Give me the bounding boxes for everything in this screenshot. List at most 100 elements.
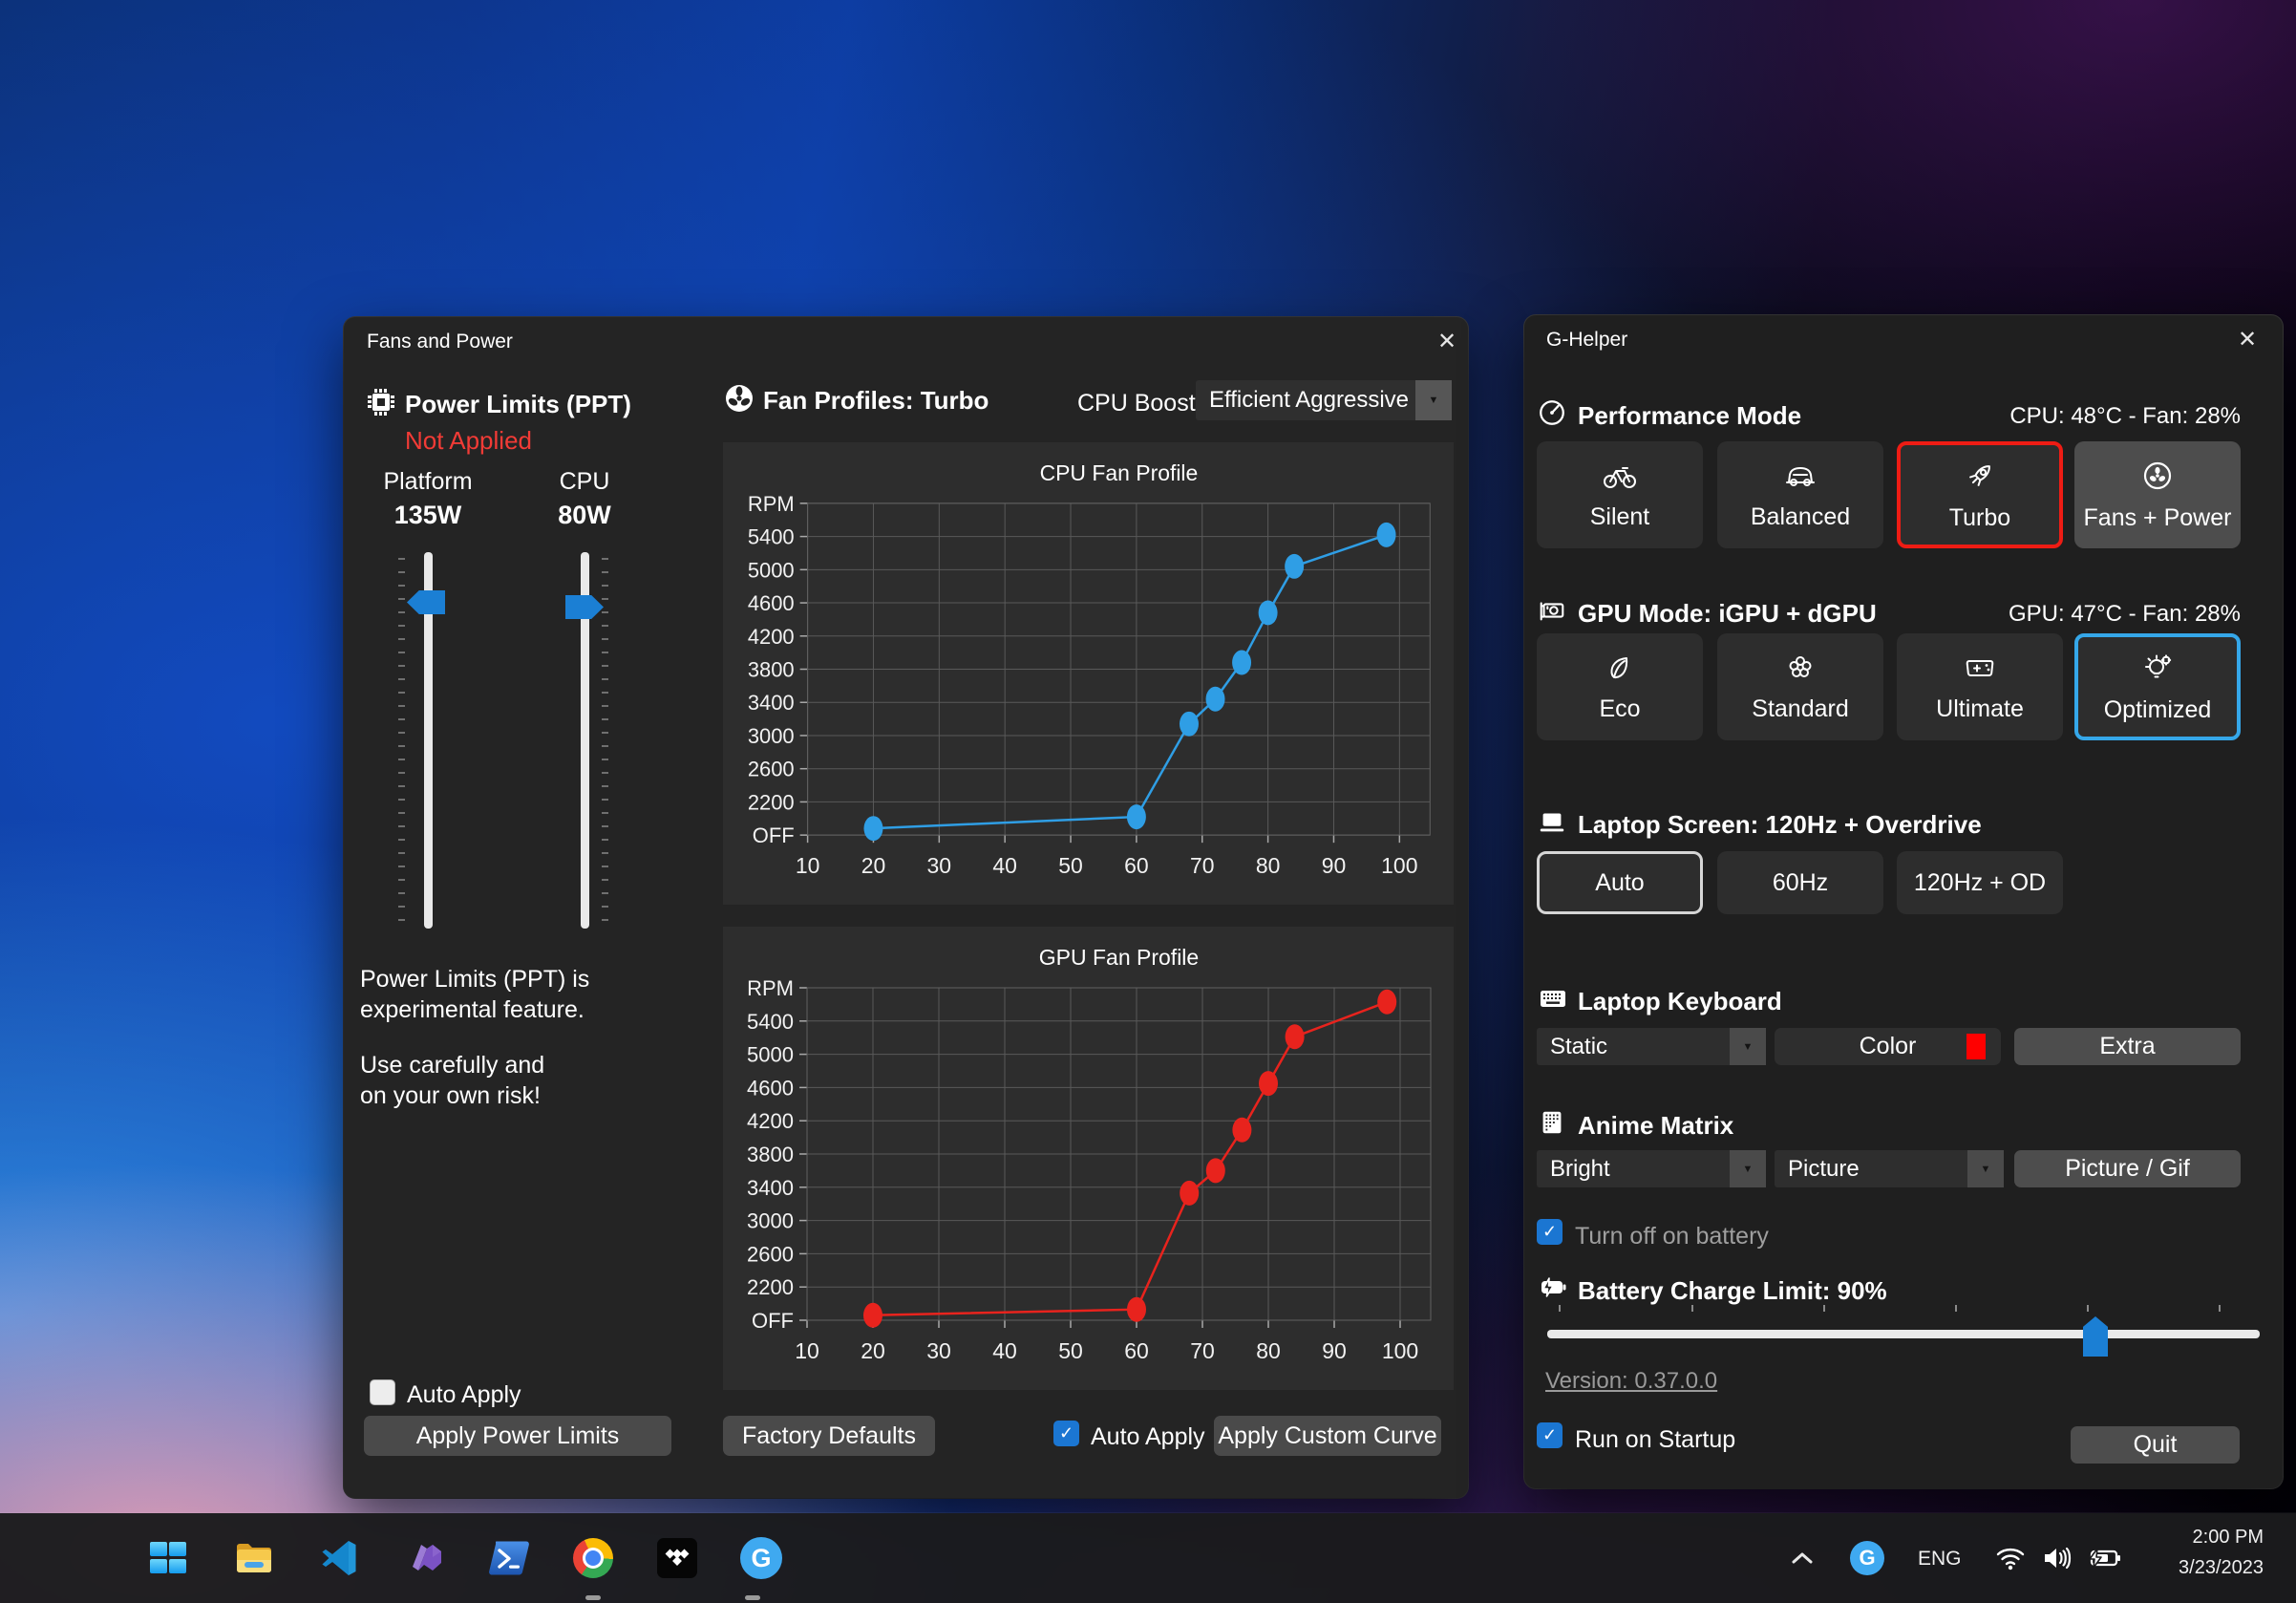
tray-battery[interactable] xyxy=(2078,1528,2130,1588)
perf-mode-fans-power-button[interactable]: Fans + Power xyxy=(2074,441,2241,548)
gpu-mode-eco-button[interactable]: Eco xyxy=(1537,633,1703,740)
svg-text:2200: 2200 xyxy=(748,790,795,814)
power-note-line1: Power Limits (PPT) is xyxy=(360,966,589,994)
gamepad-screen-icon xyxy=(1963,652,1997,684)
matrix-brightness-dropdown[interactable]: Bright ▼ xyxy=(1537,1150,1766,1187)
svg-text:30: 30 xyxy=(926,1338,951,1363)
factory-defaults-button[interactable]: Factory Defaults xyxy=(723,1416,935,1456)
cpu-slider-handle[interactable] xyxy=(565,595,604,619)
laptop-screen-icon xyxy=(1537,806,1567,837)
gpu-fan-curve-chart[interactable]: GPU Fan ProfileRPM5400500046004200380034… xyxy=(723,927,1454,1390)
fans-window-title: Fans and Power xyxy=(367,331,513,353)
chevron-down-icon[interactable]: ▼ xyxy=(1730,1028,1766,1065)
screen-mode-label: Auto xyxy=(1595,869,1644,897)
chrome-button[interactable] xyxy=(563,1528,623,1588)
cpu-value: 80W xyxy=(518,501,651,530)
svg-text:5000: 5000 xyxy=(747,1043,794,1067)
windows-logo-icon xyxy=(148,1538,188,1578)
rocket-icon xyxy=(1963,459,1997,493)
svg-text:RPM: RPM xyxy=(747,976,794,1000)
start-button[interactable] xyxy=(138,1528,198,1588)
gpu-mode-optimized-button[interactable]: Optimized xyxy=(2074,633,2241,740)
perf-mode-balanced-button[interactable]: Balanced xyxy=(1717,441,1883,548)
cpu-label: CPU xyxy=(518,468,651,496)
fan-profiles-header: Fan Profiles: Turbo xyxy=(763,386,989,416)
powershell-button[interactable] xyxy=(479,1528,539,1588)
chevron-down-icon[interactable]: ▼ xyxy=(1415,380,1452,420)
tidal-button[interactable] xyxy=(648,1528,707,1588)
fan-circle-icon xyxy=(2140,459,2175,493)
run-on-startup-checkbox[interactable]: ✓ xyxy=(1537,1422,1563,1448)
laptop-screen-header: Laptop Screen: 120Hz + Overdrive xyxy=(1578,810,1982,840)
cpu-fan-curve-chart[interactable]: CPU Fan ProfileRPM5400500046004200380034… xyxy=(723,442,1454,905)
power-note-line2: experimental feature. xyxy=(360,996,585,1024)
keyboard-mode-dropdown[interactable]: Static ▼ xyxy=(1537,1028,1766,1065)
quit-button[interactable]: Quit xyxy=(2071,1426,2240,1464)
screen-60hz-button[interactable]: 60Hz xyxy=(1717,851,1883,914)
leaf-icon xyxy=(1604,652,1636,684)
smart-bulb-icon xyxy=(2140,651,2175,685)
svg-text:4600: 4600 xyxy=(747,1076,794,1100)
taskbar: G G ENG xyxy=(0,1513,2296,1603)
apply-custom-curve-button[interactable]: Apply Custom Curve xyxy=(1214,1416,1441,1456)
svg-text:80: 80 xyxy=(1256,853,1281,878)
tray-clock-time[interactable]: 2:00 PM xyxy=(2193,1527,2264,1549)
apply-power-limits-button[interactable]: Apply Power Limits xyxy=(364,1416,671,1456)
version-link[interactable]: Version: 0.37.0.0 xyxy=(1545,1368,1717,1395)
cpu-boost-dropdown[interactable]: Efficient Aggressive ▼ xyxy=(1196,380,1452,420)
screen-120hz-od-button[interactable]: 120Hz + OD xyxy=(1897,851,2063,914)
tray-chevron-up[interactable] xyxy=(1778,1528,1826,1588)
car-icon xyxy=(1782,460,1818,492)
svg-text:5400: 5400 xyxy=(748,525,795,549)
tray-language[interactable]: ENG xyxy=(1918,1548,1962,1571)
matrix-mode-value: Picture xyxy=(1775,1156,1967,1183)
perf-mode-silent-button[interactable]: Silent xyxy=(1537,441,1703,548)
fan-icon xyxy=(723,382,755,415)
svg-text:60: 60 xyxy=(1124,853,1149,878)
performance-mode-header: Performance Mode xyxy=(1578,401,1801,431)
tray-clock-date[interactable]: 3/23/2023 xyxy=(2179,1557,2264,1579)
keyboard-extra-button[interactable]: Extra xyxy=(2014,1028,2241,1065)
tray-volume[interactable] xyxy=(2032,1528,2080,1588)
svg-text:OFF: OFF xyxy=(753,823,795,847)
close-icon[interactable]: ✕ xyxy=(2231,323,2264,355)
ghelper-taskbar-button[interactable]: G xyxy=(732,1528,791,1588)
gpu-mode-label: Standard xyxy=(1752,695,1848,723)
svg-text:4600: 4600 xyxy=(748,591,795,615)
gpu-mode-standard-button[interactable]: Standard xyxy=(1717,633,1883,740)
matrix-picture-gif-button[interactable]: Picture / Gif xyxy=(2014,1150,2241,1187)
close-icon[interactable]: ✕ xyxy=(1431,325,1463,357)
vscode-button[interactable] xyxy=(309,1528,369,1588)
svg-text:OFF: OFF xyxy=(752,1309,794,1333)
anime-matrix-icon xyxy=(1537,1107,1567,1138)
svg-text:3400: 3400 xyxy=(747,1176,794,1200)
bicycle-icon xyxy=(1602,460,1638,492)
tray-wifi[interactable] xyxy=(1987,1528,2034,1588)
curve-auto-apply-checkbox[interactable]: ✓ xyxy=(1053,1421,1079,1446)
gpu-mode-ultimate-button[interactable]: Ultimate xyxy=(1897,633,2063,740)
platform-slider-handle[interactable] xyxy=(407,590,445,614)
matrix-mode-dropdown[interactable]: Picture ▼ xyxy=(1775,1150,2004,1187)
chevron-down-icon[interactable]: ▼ xyxy=(1967,1150,2004,1187)
battery-slider-handle[interactable] xyxy=(2083,1316,2108,1357)
keyboard-color-button[interactable]: Color xyxy=(1775,1028,2001,1065)
power-auto-apply-checkbox[interactable] xyxy=(370,1379,395,1405)
perf-mode-label: Silent xyxy=(1590,503,1650,531)
turn-off-on-battery-checkbox[interactable]: ✓ xyxy=(1537,1219,1563,1245)
tray-ghelper-icon[interactable]: G xyxy=(1841,1528,1893,1588)
chrome-running-indicator xyxy=(585,1595,601,1600)
run-on-startup-label: Run on Startup xyxy=(1575,1426,1735,1454)
battery-charge-slider[interactable] xyxy=(1547,1330,2260,1338)
perf-mode-turbo-button[interactable]: Turbo xyxy=(1897,441,2063,548)
screen-mode-label: 120Hz + OD xyxy=(1914,869,2046,897)
vscode-icon xyxy=(319,1538,359,1578)
visual-studio-button[interactable] xyxy=(395,1528,455,1588)
chevron-down-icon[interactable]: ▼ xyxy=(1730,1150,1766,1187)
battery-charging-icon xyxy=(2086,1546,2122,1571)
gpu-mode-label: Optimized xyxy=(2104,696,2212,724)
screen-auto-button[interactable]: Auto xyxy=(1537,851,1703,914)
matrix-brightness-value: Bright xyxy=(1537,1156,1730,1183)
chrome-icon xyxy=(573,1538,613,1578)
file-explorer-button[interactable] xyxy=(224,1528,284,1588)
desktop: Fans and Power ✕ Power Limits (PPT) Not … xyxy=(0,0,2296,1603)
